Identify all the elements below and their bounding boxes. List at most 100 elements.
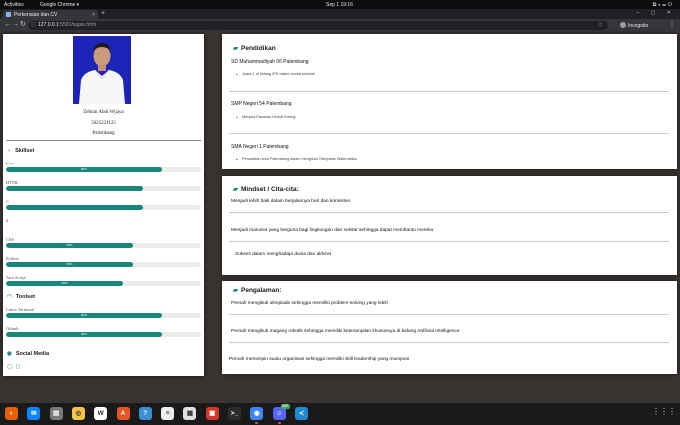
tab-title: Perkenalan dan CV: [14, 12, 58, 18]
flask-icon: ♁: [7, 148, 12, 154]
skill-percent-label: 80%: [80, 313, 87, 317]
libreoffice-writer-icon[interactable]: W: [94, 407, 108, 420]
divider: [229, 241, 669, 242]
skill-name: #: [6, 218, 9, 223]
star-icon[interactable]: ☆: [598, 22, 603, 28]
skillset-heading-label: Skillset: [15, 148, 35, 154]
pengalaman-item: Pernah memimpin suatu organisasi sehingg…: [229, 357, 410, 362]
profile-name: Zebran Abdi Wijaya: [83, 110, 124, 115]
incognito-indicator[interactable]: Incognito: [620, 21, 649, 29]
mindset-card: ▰ Mindset / Cita-cita: Menjadi lebih baik…: [222, 176, 677, 275]
back-icon[interactable]: ←: [4, 21, 11, 29]
libreoffice-impress-icon[interactable]: ▣: [205, 407, 219, 420]
briefcase-icon: ▰: [233, 45, 238, 52]
skill-row: Python 65%: [6, 256, 201, 267]
window-controls[interactable]: – ▢ ✕: [637, 10, 676, 16]
skill-row: C: [6, 199, 201, 210]
social-links: ◯ ▢: [7, 364, 23, 370]
discord-icon[interactable]: ☺ 237: [272, 404, 290, 424]
toolset-heading-label: Toolset: [15, 294, 35, 300]
pendidikan-heading-label: Pendidikan: [241, 45, 276, 52]
profile-photo: [73, 36, 131, 104]
incognito-label: Incognito: [628, 22, 649, 29]
school-name: SD Muhammadiyah 06 Palembang: [231, 59, 309, 65]
menu-icon[interactable]: ⋮: [669, 21, 675, 28]
skill-percent-label: 65%: [66, 243, 73, 247]
divider: [229, 342, 669, 343]
mindset-item: Menjadi manusia yang berguna bagi lingku…: [231, 228, 434, 233]
profile-nim: 5025221125: [91, 121, 116, 126]
clock[interactable]: Sep 1 19:16: [326, 2, 353, 8]
mindset-item: Sukses dalam menghadapi dunia dan akhira…: [235, 252, 332, 257]
skill-bar: 65%: [6, 243, 201, 248]
reload-icon[interactable]: ↻: [20, 21, 26, 29]
school-note: Juara 1 di bidang IPS dalam lomba sekola…: [236, 72, 315, 77]
briefcase-icon: ▰: [233, 287, 238, 294]
rhythmbox-icon[interactable]: ◎: [71, 407, 85, 420]
url-path: :5501/tugas.html: [58, 22, 96, 28]
divider: [229, 314, 669, 315]
pengalaman-item: Pernah mengikuti magang robotik sehingga…: [231, 329, 460, 334]
github-icon[interactable]: ◯: [7, 365, 13, 370]
skill-row: CSS 65%: [6, 237, 201, 248]
skill-row: Linux Terminal 80%: [6, 307, 201, 318]
address-bar[interactable]: ⓘ 127.0.0.1:5501/tugas.html ☆: [28, 20, 608, 30]
skill-percent-label: [6, 186, 143, 191]
pengalaman-heading-label: Pengalaman:: [241, 287, 282, 294]
divider: [229, 91, 669, 92]
pendidikan-heading: ▰ Pendidikan: [233, 44, 276, 52]
skill-percent-label: 60%: [61, 281, 68, 285]
tab-close-icon[interactable]: ×: [92, 12, 95, 18]
skill-bar: 80%: [6, 332, 201, 337]
skill-percent-label: 65%: [66, 262, 73, 266]
document-viewer-icon[interactable]: ▦: [183, 407, 197, 420]
skill-bar: 65%: [6, 262, 201, 267]
thunderbird-icon[interactable]: ✉: [27, 407, 41, 420]
profile-city: Palembang: [92, 131, 115, 136]
app-menu[interactable]: Google Chrome ▾: [40, 2, 79, 8]
mindset-heading-label: Mindset / Cita-cita:: [241, 186, 299, 193]
school-note: Menjadi Pasukan Hemat Energi: [236, 115, 295, 120]
divider: [229, 212, 669, 213]
skill-bar: [6, 205, 201, 210]
power-icon: ⏻: [668, 1, 674, 8]
software-center-icon[interactable]: A: [116, 407, 130, 420]
skill-row: HTML: [6, 180, 201, 191]
firefox-icon[interactable]: ◐: [5, 407, 18, 420]
text-editor-icon[interactable]: ≡: [161, 407, 175, 420]
social-heading: ◉ Social Media: [7, 351, 49, 357]
system-top-bar: Activities Google Chrome ▾ Sep 1 19:16 ⧉…: [0, 0, 680, 9]
lock-icon: ⓘ: [31, 22, 36, 27]
incognito-icon: [620, 21, 626, 28]
school-name: SMP Negeri 54 Palembang: [231, 101, 292, 107]
social-heading-label: Social Media: [15, 351, 50, 357]
pengalaman-item: Pernah mengikuti olimpiade sehingga memi…: [231, 301, 389, 306]
skill-row: #: [6, 218, 201, 224]
skillset-heading: ♁ Skillset: [7, 148, 34, 154]
url-host: 127.0.0.1: [38, 22, 59, 28]
mindset-item: Menjadi lebih baik dalam berjalannya har…: [231, 199, 351, 204]
new-tab-button[interactable]: +: [101, 10, 105, 17]
files-icon[interactable]: ▤: [49, 407, 63, 420]
skill-row: C++ 80%: [6, 161, 201, 172]
headset-icon: ◠: [7, 294, 12, 300]
instagram-icon[interactable]: ▢: [16, 365, 21, 370]
terminal-icon[interactable]: >_: [228, 407, 241, 420]
skill-bar: 80%: [6, 167, 201, 172]
help-icon[interactable]: ?: [138, 407, 152, 420]
chrome-icon[interactable]: ◉: [250, 407, 264, 424]
browser-tab[interactable]: Perkenalan dan CV ×: [3, 10, 98, 19]
school-note: Perwakilan kota Palembang dalam mengikut…: [236, 157, 357, 162]
tab-strip: Perkenalan dan CV × + – ▢ ✕: [0, 9, 680, 19]
activities-button[interactable]: Activities: [4, 2, 24, 8]
skill-bar: 80%: [6, 313, 201, 318]
skill-bar: [6, 186, 201, 191]
globe-icon: ◉: [7, 351, 12, 357]
pengalaman-card: ▰ Pengalaman: Pernah mengikuti olimpiade …: [222, 281, 677, 374]
mindset-heading: ▰ Mindset / Cita-cita:: [233, 185, 299, 193]
skill-percent-label: 80%: [80, 332, 87, 336]
system-tray[interactable]: ⧉◂▭⏻: [653, 2, 674, 8]
forward-icon[interactable]: →: [12, 21, 19, 29]
vscode-icon[interactable]: ≺: [294, 407, 308, 420]
show-apps-icon[interactable]: ⋮⋮⋮: [652, 407, 676, 416]
